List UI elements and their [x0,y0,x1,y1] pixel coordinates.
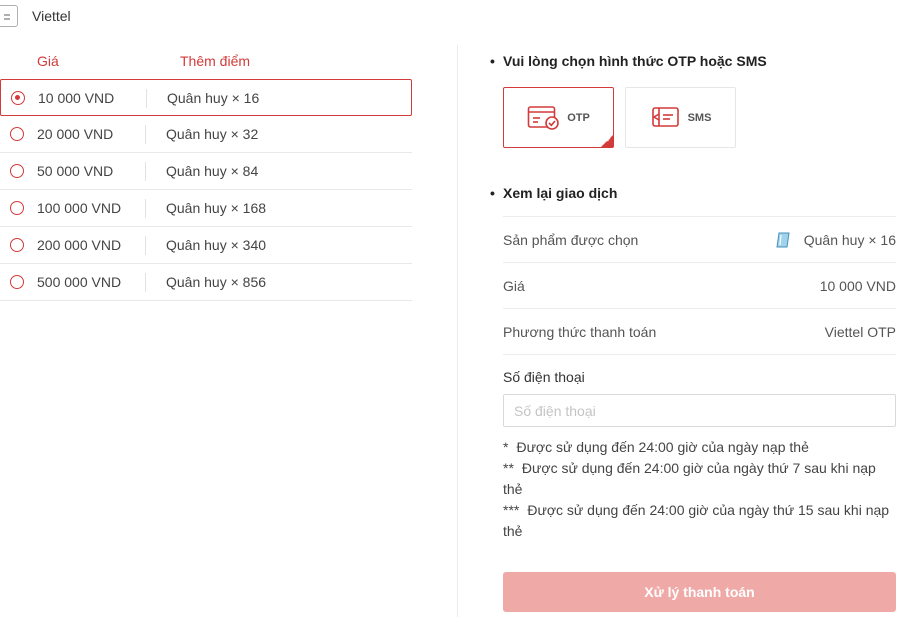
radio-button[interactable] [10,164,24,178]
document-icon [0,5,18,27]
process-payment-button[interactable]: Xử lý thanh toán [503,572,896,612]
review-value-price: 10 000 VND [819,277,896,294]
review-label-price: Giá [503,277,525,294]
column-separator [145,273,146,292]
review-row-payment-method: Phương thức thanh toán Viettel OTP [503,308,896,354]
note: *** Được sử dụng đến 24:00 giờ của ngày t… [503,500,896,542]
provider-header: Viettel [0,5,71,27]
review-row-product: Sản phẩm được chọn Quân huy × 16 [503,216,896,262]
review-label-payment-method: Phương thức thanh toán [503,323,657,340]
bullet: • [490,53,495,69]
option-price: 100 000 VND [37,200,122,216]
price-option[interactable]: 20 000 VND Quân huy × 32 [0,116,412,153]
option-price: 200 000 VND [37,237,122,253]
option-points: Quân huy × 16 [167,89,260,106]
panel-divider [457,45,458,617]
phone-input[interactable] [503,394,896,427]
otp-section-title: • Vui lòng chọn hình thức OTP hoặc SMS [490,53,767,69]
option-points: Quân huy × 340 [166,237,267,253]
review-section-title-text: Xem lại giao dịch [503,185,618,201]
option-price: 50 000 VND [37,163,114,179]
column-separator [145,236,146,255]
price-option[interactable]: 200 000 VND Quân huy × 340 [0,227,412,264]
review-value-product-wrap: Quân huy × 16 [776,232,896,248]
review-value-product: Quân huy × 16 [803,231,896,248]
selected-check-icon [601,135,613,147]
price-option[interactable]: 500 000 VND Quân huy × 856 [0,264,412,301]
option-points: Quân huy × 168 [166,200,267,216]
review-value-payment-method: Viettel OTP [824,323,896,340]
radio-button[interactable] [10,201,24,215]
review-divider [503,354,896,355]
notes: * Được sử dụng đến 24:00 giờ của ngày nạp… [503,437,896,542]
otp-section-title-text: Vui lòng chọn hình thức OTP hoặc SMS [503,53,767,69]
option-points: Quân huy × 84 [166,163,259,179]
otp-method-button[interactable]: OTP [503,87,614,148]
bullet: • [490,185,495,201]
note-text: Được sử dụng đến 24:00 giờ của ngày thứ … [503,460,876,497]
column-separator [146,89,147,108]
provider-name: Viettel [32,8,71,24]
note-text: Được sử dụng đến 24:00 giờ của ngày nạp … [516,439,809,455]
sms-label: SMS [687,111,712,124]
price-option[interactable]: 10 000 VND Quân huy × 16 [0,79,412,116]
otp-card-icon [527,105,559,130]
review-section-title: • Xem lại giao dịch [490,185,617,201]
radio-button[interactable] [10,275,24,289]
note: * Được sử dụng đến 24:00 giờ của ngày nạp… [503,437,896,458]
phone-label: Số điện thoại [503,369,585,385]
sms-card-icon [651,106,679,127]
radio-button[interactable] [11,91,25,105]
option-points: Quân huy × 32 [166,126,259,142]
price-option[interactable]: 100 000 VND Quân huy × 168 [0,190,412,227]
note: ** Được sử dụng đến 24:00 giờ của ngày th… [503,458,896,500]
option-price: 20 000 VND [37,126,114,142]
price-option[interactable]: 50 000 VND Quân huy × 84 [0,153,412,190]
column-separator [145,162,146,181]
option-price: 500 000 VND [37,274,122,290]
note-text: Được sử dụng đến 24:00 giờ của ngày thứ … [503,502,890,539]
option-price: 10 000 VND [38,89,115,106]
gem-icon [776,232,790,247]
price-options-list: 10 000 VND Quân huy × 16 20 000 VND Quân… [0,79,412,301]
otp-label: OTP [567,111,590,124]
option-points: Quân huy × 856 [166,274,267,290]
review-row-price: Giá 10 000 VND [503,262,896,308]
note-mark: * [503,439,509,455]
sms-method-button[interactable]: SMS [625,87,736,148]
column-header-price: Giá [37,53,59,69]
column-header-points: Thêm điểm [180,53,251,69]
note-mark: ** [503,460,514,476]
radio-button[interactable] [10,127,24,141]
radio-button[interactable] [10,238,24,252]
review-label-product: Sản phẩm được chọn [503,231,639,248]
column-separator [145,199,146,218]
note-mark: *** [503,502,520,518]
column-separator [145,125,146,144]
